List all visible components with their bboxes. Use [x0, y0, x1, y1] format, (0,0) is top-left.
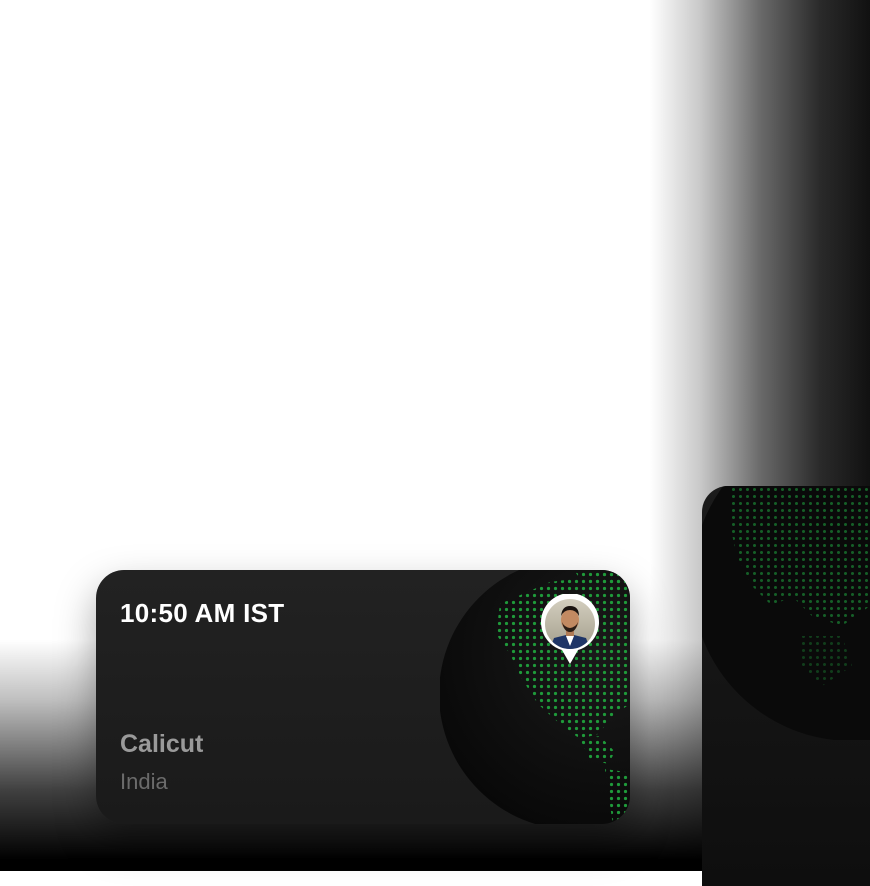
country-name: India [120, 769, 168, 794]
local-time: 10:50 AM IST [120, 598, 285, 628]
globe-icon [702, 486, 870, 740]
globe-icon [440, 570, 630, 824]
time-widget-card[interactable]: 10:50 AM IST Calicut India [96, 570, 630, 824]
map-pin-avatar[interactable] [540, 594, 600, 666]
city-name: Calicut [120, 730, 204, 758]
secondary-widget-card[interactable] [702, 486, 870, 886]
